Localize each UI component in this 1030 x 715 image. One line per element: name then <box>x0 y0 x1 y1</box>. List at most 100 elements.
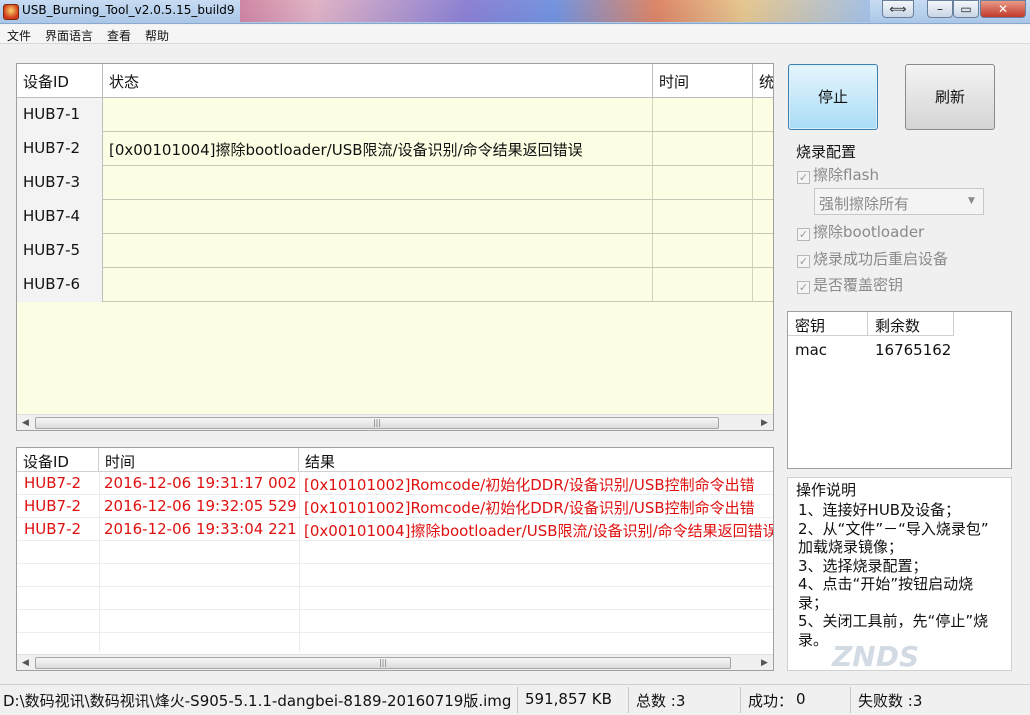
list-item-empty <box>17 587 773 610</box>
log-device-id: HUB7-2 <box>24 474 82 492</box>
watermark-logo: ZNDS <box>832 640 920 673</box>
overwrite-key-checkbox[interactable]: ✓ 是否覆盖密钥 <box>797 274 903 295</box>
key-remaining: 16765162 <box>875 341 952 359</box>
erase-mode-select[interactable]: 强制擦除所有 <box>814 188 984 215</box>
erase-flash-checkbox[interactable]: ✓ 擦除flash <box>797 164 879 185</box>
instruction-line: 加载烧录镜像； <box>798 538 904 556</box>
instruction-line: 1、连接好HUB及设备； <box>798 501 961 519</box>
status-fail: 失败数 :3 <box>858 692 923 710</box>
grid-header-stats[interactable]: 统 <box>753 64 773 98</box>
key-table: 密钥 剩余数 mac 16765162 <box>787 311 1012 469</box>
device-id-cell: HUB7-5 <box>17 234 103 268</box>
checkmark-icon: ✓ <box>797 255 810 268</box>
close-button[interactable]: ✕ <box>980 0 1026 18</box>
time-cell <box>653 268 753 302</box>
status-success-value: 0 <box>796 690 806 708</box>
status-cell <box>103 234 653 268</box>
table-row[interactable]: HUB7-5 <box>17 234 773 268</box>
grid-horizontal-scrollbar[interactable]: ◀ ||| ▶ <box>17 414 773 430</box>
scroll-left-icon[interactable]: ◀ <box>17 415 34 430</box>
maximize-button[interactable]: ▭ <box>953 0 979 18</box>
log-horizontal-scrollbar[interactable]: ◀ ||| ▶ <box>17 654 773 670</box>
table-row[interactable]: HUB7-3 <box>17 166 773 200</box>
list-item-empty <box>17 633 773 656</box>
chevron-down-icon: ▼ <box>968 196 975 206</box>
device-id-cell: HUB7-4 <box>17 200 103 234</box>
log-result: [0x10101002]Romcode/初始化DDR/设备识别/USB控制命令出… <box>304 499 755 517</box>
minimize-button[interactable]: – <box>927 0 953 18</box>
log-result: [0x00101004]擦除bootloader/USB限流/设备识别/命令结果… <box>304 522 774 540</box>
status-success-label: 成功： <box>748 692 794 710</box>
device-id-cell: HUB7-2 <box>17 132 103 166</box>
status-cell <box>103 268 653 302</box>
scrollbar-thumb[interactable]: ||| <box>35 417 719 429</box>
scroll-left-icon[interactable]: ◀ <box>17 655 34 670</box>
instruction-line: 录； <box>798 593 829 612</box>
erase-flash-label: 擦除flash <box>813 166 879 184</box>
time-cell <box>653 234 753 268</box>
window-title: USB_Burning_Tool_v2.0.5.15_build9 <box>22 3 235 17</box>
log-header-time[interactable]: 时间 <box>99 448 299 472</box>
remaining-header[interactable]: 剩余数 <box>868 312 954 336</box>
log-header-result[interactable]: 结果 <box>299 448 773 472</box>
status-image-size: 591,857 KB <box>525 690 612 708</box>
checkmark-icon: ✓ <box>797 281 810 294</box>
instructions-title: 操作说明 <box>796 481 857 499</box>
scroll-right-icon[interactable]: ▶ <box>756 415 773 430</box>
grid-header-time[interactable]: 时间 <box>653 64 753 98</box>
resize-icon[interactable]: ⟺ <box>882 0 914 18</box>
table-row[interactable]: HUB7-4 <box>17 200 773 234</box>
app-icon <box>3 4 19 20</box>
device-id-cell: HUB7-3 <box>17 166 103 200</box>
grid-header-device-id[interactable]: 设备ID <box>17 64 103 98</box>
refresh-button[interactable]: 刷新 <box>905 64 995 130</box>
log-result: [0x10101002]Romcode/初始化DDR/设备识别/USB控制命令出… <box>304 476 755 494</box>
list-item-empty <box>17 610 773 633</box>
instruction-line: 2、从“文件”－“导入烧录包” <box>798 519 989 538</box>
instruction-line: 3、选择烧录配置； <box>798 556 928 575</box>
burn-config-title: 烧录配置 <box>796 143 857 161</box>
table-row[interactable]: HUB7-6 <box>17 268 773 302</box>
list-item-empty <box>17 564 773 587</box>
time-cell <box>653 132 753 166</box>
instruction-line: 5、关闭工具前，先“停止”烧 <box>798 612 989 630</box>
scrollbar-thumb[interactable]: ||| <box>35 657 731 669</box>
scroll-right-icon[interactable]: ▶ <box>756 655 773 670</box>
list-item[interactable]: HUB7-2 2016-12-06 19:31:17 002 [0x10101002… <box>17 472 773 495</box>
log-time: 2016-12-06 19:31:17 002 <box>104 474 297 492</box>
status-image-path: D:\数码视讯\数码视讯\烽火-S905-5.1.1-dangbei-8189-… <box>3 692 512 710</box>
log-panel: 设备ID 时间 结果 HUB7-2 2016-12-06 19:31:17 002… <box>16 447 774 671</box>
status-cell <box>103 200 653 234</box>
menu-view[interactable]: 查看 <box>107 27 131 44</box>
menu-file[interactable]: 文件 <box>7 27 31 44</box>
log-device-id: HUB7-2 <box>24 497 82 515</box>
status-cell <box>103 166 653 200</box>
log-time: 2016-12-06 19:32:05 529 <box>104 497 297 515</box>
grid-header-status[interactable]: 状态 <box>103 64 653 98</box>
menu-language[interactable]: 界面语言 <box>45 27 93 44</box>
instruction-line: 4、点击“开始”按钮启动烧 <box>798 575 974 593</box>
stop-button[interactable]: 停止 <box>788 64 878 130</box>
status-total: 总数 :3 <box>636 692 686 710</box>
time-cell <box>653 98 753 132</box>
table-row[interactable]: HUB7-2 [0x00101004]擦除bootloader/USB限流/设备识… <box>17 132 773 166</box>
device-id-cell: HUB7-6 <box>17 268 103 302</box>
checkmark-icon: ✓ <box>797 171 810 184</box>
menu-bar: 文件 界面语言 查看 帮助 <box>0 25 1030 44</box>
list-item[interactable]: HUB7-2 2016-12-06 19:32:05 529 [0x10101002… <box>17 495 773 518</box>
list-item[interactable]: HUB7-2 2016-12-06 19:33:04 221 [0x00101004… <box>17 518 774 541</box>
key-header[interactable]: 密钥 <box>788 312 868 336</box>
instructions-text: 1、连接好HUB及设备； 2、从“文件”－“导入烧录包” 加载烧录镜像； 3、选… <box>798 501 1003 649</box>
key-name: mac <box>795 341 828 359</box>
table-row[interactable]: HUB7-1 <box>17 98 773 132</box>
time-cell <box>653 166 753 200</box>
overwrite-key-label: 是否覆盖密钥 <box>813 276 904 294</box>
status-cell: [0x00101004]擦除bootloader/USB限流/设备识别/命令结果… <box>103 132 653 166</box>
menu-help[interactable]: 帮助 <box>145 27 169 44</box>
status-bar: D:\数码视讯\数码视讯\烽火-S905-5.1.1-dangbei-8189-… <box>0 684 1030 715</box>
device-grid: 设备ID 状态 时间 统 HUB7-1 HUB7-2 [0x00101004]擦除… <box>16 63 774 431</box>
reboot-after-checkbox[interactable]: ✓ 烧录成功后重启设备 <box>797 248 948 269</box>
log-device-id: HUB7-2 <box>24 520 82 538</box>
erase-bootloader-checkbox[interactable]: ✓ 擦除bootloader <box>797 221 924 242</box>
log-header-device-id[interactable]: 设备ID <box>17 448 99 472</box>
